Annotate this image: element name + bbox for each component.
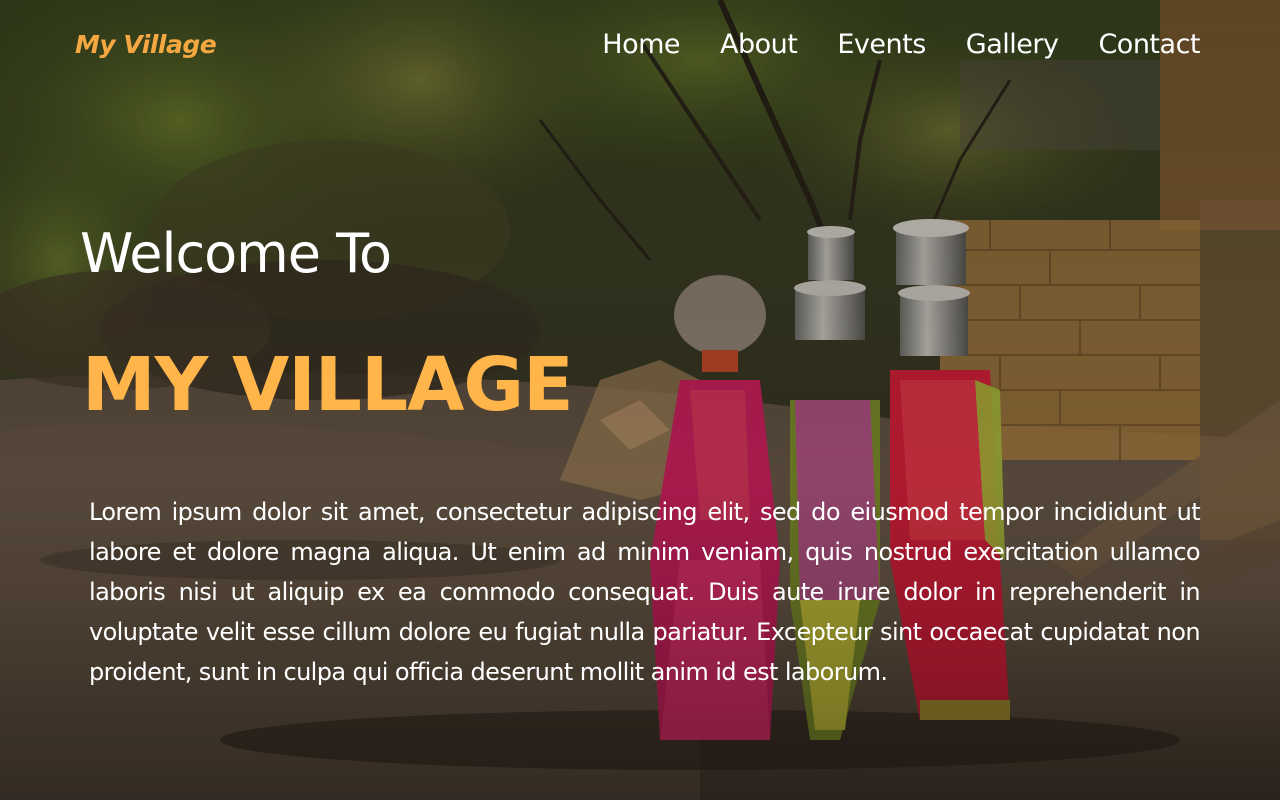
nav-home-link[interactable]: Home xyxy=(602,29,680,60)
site-logo[interactable]: My Village xyxy=(75,30,217,59)
hero-section: My Village Home About Events Gallery Con… xyxy=(0,0,1280,800)
village-title: MY VILLAGE xyxy=(82,342,574,428)
main-nav: Home About Events Gallery Contact xyxy=(602,29,1200,60)
nav-events-link[interactable]: Events xyxy=(837,29,926,60)
intro-paragraph: Lorem ipsum dolor sit amet, consectetur … xyxy=(89,498,1201,686)
nav-gallery-link[interactable]: Gallery xyxy=(966,29,1059,60)
nav-contact-link[interactable]: Contact xyxy=(1098,29,1200,60)
welcome-heading: Welcome To xyxy=(80,222,392,285)
nav-about-link[interactable]: About xyxy=(720,29,798,60)
